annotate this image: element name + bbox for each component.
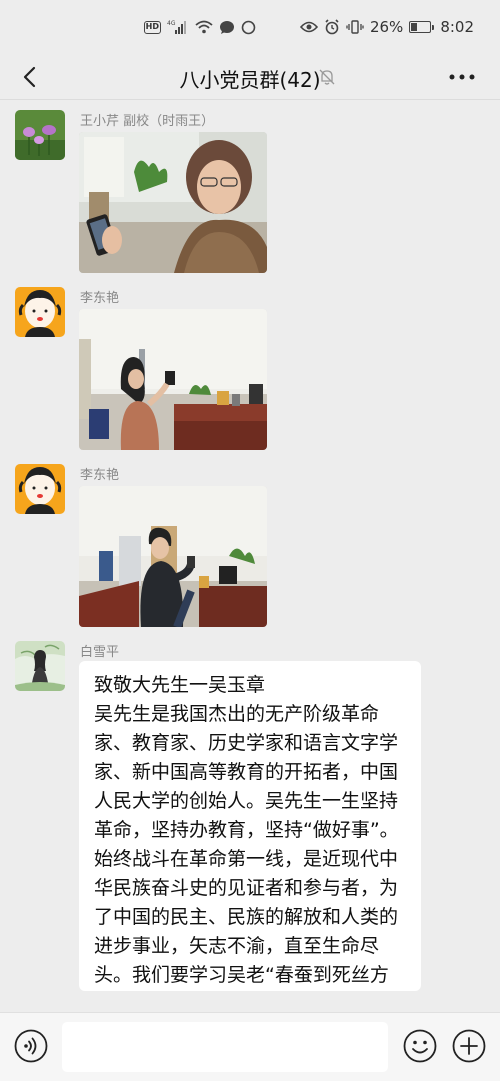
message-item: 白雪平 致敬大先生一吴玉章 吴先生是我国杰出的无产阶级革命家、教育家、历史学家和…: [0, 641, 500, 1012]
image-message[interactable]: [79, 132, 267, 273]
signal-icon: 4G: [167, 18, 189, 36]
message-item: 李东艳: [0, 287, 500, 457]
message-body: 吴先生是我国杰出的无产阶级革命家、教育家、历史学家和语言文字学家、新中国高等教育…: [94, 703, 399, 986]
avatar[interactable]: [15, 110, 65, 160]
more-dots-icon[interactable]: [444, 62, 480, 92]
wifi-icon: [195, 18, 213, 36]
sender-name: 李东艳: [80, 291, 120, 306]
svg-text:4G: 4G: [167, 20, 176, 27]
avatar[interactable]: [15, 287, 65, 337]
avatar[interactable]: [15, 464, 65, 514]
chat-message-list[interactable]: 王小芹 副校（时雨王） 李东艳 李东艳 白雪平 致敬大先生一吴玉章 吴先生是我国…: [0, 100, 500, 1012]
status-bar: HD 4G 26% 8:02: [0, 0, 500, 54]
text-message-bubble[interactable]: 致敬大先生一吴玉章 吴先生是我国杰出的无产阶级革命家、教育家、历史学家和语言文字…: [79, 661, 421, 991]
alarm-icon: [324, 18, 340, 36]
ring-icon: [241, 18, 256, 36]
clock: 8:02: [440, 18, 474, 36]
sender-name: 白雪平: [80, 645, 120, 660]
message-item: 王小芹 副校（时雨王）: [0, 110, 500, 280]
image-message[interactable]: [79, 309, 267, 450]
battery-icon: [409, 21, 435, 33]
emoji-icon[interactable]: [403, 1029, 437, 1063]
avatar[interactable]: [15, 641, 65, 691]
vibrate-icon: [346, 18, 364, 36]
mute-bell-icon: [318, 68, 336, 86]
battery-percent: 26%: [369, 18, 404, 36]
sender-name: 李东艳: [80, 468, 120, 483]
hd-icon: HD: [143, 20, 161, 34]
message-input[interactable]: [62, 1022, 388, 1072]
chat-notification-icon: [219, 18, 235, 36]
sender-name: 王小芹 副校（时雨王）: [80, 114, 215, 129]
input-bar: [0, 1012, 500, 1081]
chat-header: 八小党员群(42): [0, 54, 500, 100]
voice-icon[interactable]: [14, 1029, 48, 1063]
plus-icon[interactable]: [452, 1029, 486, 1063]
message-title: 致敬大先生一吴玉章: [94, 674, 266, 696]
chat-title: 八小党员群(42): [179, 68, 321, 92]
eye-icon: [299, 18, 318, 36]
image-message[interactable]: [79, 486, 267, 627]
message-item: 李东艳: [0, 464, 500, 634]
